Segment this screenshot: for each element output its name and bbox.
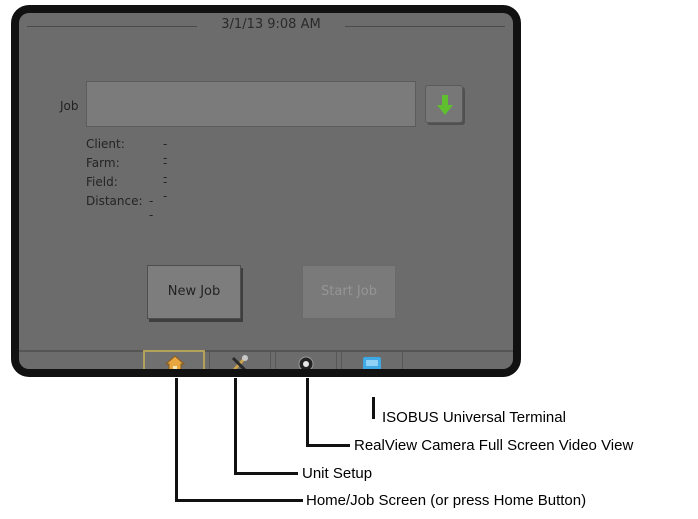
camera-callout-line [306, 378, 309, 447]
header-divider [345, 26, 505, 27]
arrow-down-icon [437, 95, 453, 115]
isobus-callout-label: ISOBUS Universal Terminal [382, 409, 566, 426]
tab-home[interactable] [143, 350, 205, 369]
unit-setup-callout-line [234, 472, 298, 475]
tab-camera[interactable] [275, 352, 337, 369]
tab-isobus[interactable] [341, 352, 403, 369]
unit-setup-callout-line [234, 378, 237, 475]
field-value: -- [163, 175, 168, 203]
farm-label: Farm: [86, 156, 120, 170]
home-icon [165, 355, 185, 369]
job-field[interactable] [86, 81, 416, 127]
isobus-callout-line [372, 397, 375, 419]
tools-icon [231, 355, 248, 369]
screen: 3/1/13 9:08 AM Job Client: -- Farm: -- F… [19, 13, 513, 369]
distance-value: -- [149, 194, 154, 222]
home-callout-line [175, 378, 178, 502]
start-job-button[interactable]: Start Job [302, 265, 396, 319]
field-label: Field: [86, 175, 118, 189]
home-callout-line [175, 499, 303, 502]
info-row-distance: Distance: -- [86, 194, 153, 222]
camera-callout-line [306, 444, 350, 447]
camera-callout-label: RealView Camera Full Screen Video View [354, 437, 634, 454]
home-callout-label: Home/Job Screen (or press Home Button) [306, 492, 587, 509]
unit-setup-callout-label: Unit Setup [302, 465, 373, 482]
isobus-icon [363, 357, 381, 369]
new-job-button[interactable]: New Job [147, 265, 241, 319]
header-divider [27, 26, 197, 27]
info-row-client: Client: -- [86, 137, 167, 165]
job-label: Job [60, 99, 79, 113]
display-device: 3/1/13 9:08 AM Job Client: -- Farm: -- F… [11, 5, 521, 377]
distance-label: Distance: [86, 194, 143, 208]
client-label: Client: [86, 137, 125, 151]
info-row-field: Field: -- [86, 175, 167, 203]
date-time: 3/1/13 9:08 AM [221, 17, 321, 32]
info-row-farm: Farm: -- [86, 156, 167, 184]
job-select-button[interactable] [425, 85, 463, 123]
tab-unit-setup[interactable] [209, 352, 271, 369]
camera-icon [298, 356, 314, 369]
